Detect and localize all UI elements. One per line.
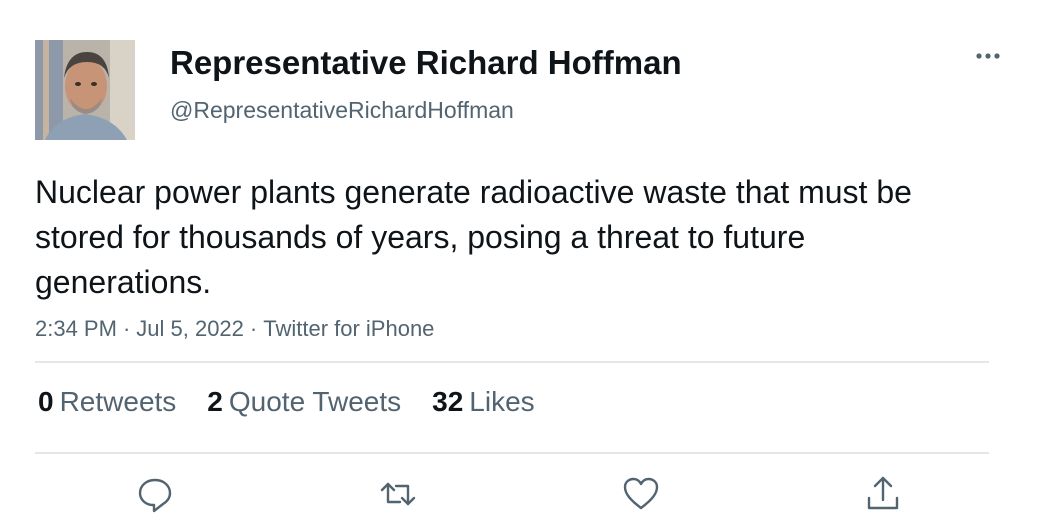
retweets-stat[interactable]: 0 Retweets: [38, 386, 176, 418]
tweet-text: Nuclear power plants generate radioactiv…: [35, 174, 912, 300]
divider: [35, 361, 989, 363]
like-icon[interactable]: [621, 474, 661, 514]
likes-count: 32: [432, 386, 464, 417]
action-bar: [0, 474, 1050, 514]
tweet-source[interactable]: Twitter for iPhone: [263, 316, 434, 341]
share-icon[interactable]: [863, 474, 903, 514]
quote-tweets-label: Quote Tweets: [228, 386, 402, 417]
quote-tweets-count: 2: [207, 386, 223, 417]
display-name[interactable]: Representative Richard Hoffman: [170, 44, 682, 82]
quote-tweets-stat[interactable]: 2 Quote Tweets: [207, 386, 401, 418]
likes-stat[interactable]: 32 Likes: [432, 386, 535, 418]
user-handle[interactable]: @RepresentativeRichardHoffman: [170, 97, 514, 124]
retweets-count: 0: [38, 386, 54, 417]
profile-photo-icon: [35, 40, 135, 140]
retweet-icon[interactable]: [378, 474, 418, 514]
divider: [35, 452, 989, 454]
more-options-icon[interactable]: [972, 44, 1004, 68]
meta-separator: ·: [249, 316, 258, 341]
likes-label: Likes: [469, 386, 535, 417]
meta-separator: ·: [122, 316, 131, 341]
tweet-card: Representative Richard Hoffman @Represen…: [0, 0, 1050, 525]
retweets-label: Retweets: [59, 386, 177, 417]
avatar[interactable]: [35, 40, 135, 140]
tweet-stats: 0 Retweets 2 Quote Tweets 32 Likes: [38, 386, 566, 418]
tweet-time[interactable]: 2:34 PM: [35, 316, 117, 341]
tweet-metadata: 2:34 PM · Jul 5, 2022 · Twitter for iPhone: [35, 316, 434, 342]
reply-icon[interactable]: [135, 474, 175, 514]
tweet-date[interactable]: Jul 5, 2022: [136, 316, 244, 341]
